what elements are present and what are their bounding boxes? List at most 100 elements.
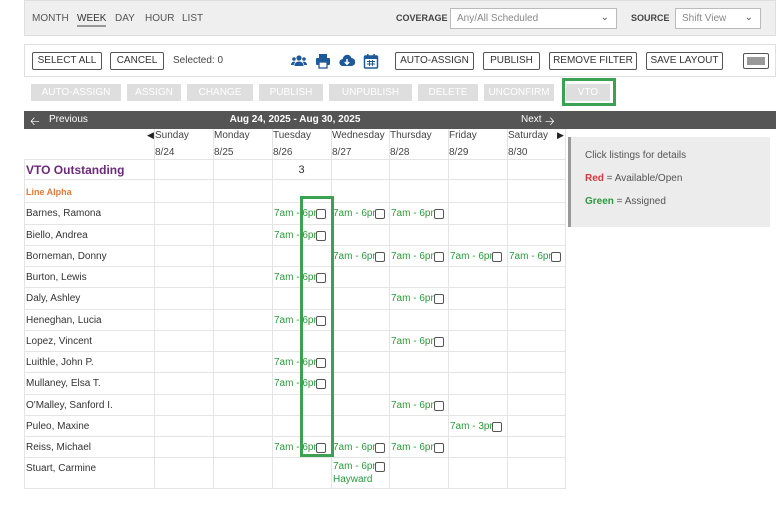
shift-listing[interactable]: 7am - 6pm: [391, 251, 439, 262]
publish-button[interactable]: PUBLISH: [483, 52, 540, 70]
grid-row-line: [24, 266, 566, 267]
action-unpublish-button[interactable]: UNPUBLISH: [329, 84, 412, 101]
action-publish-button[interactable]: PUBLISH: [259, 84, 323, 101]
view-tab-list[interactable]: LIST: [182, 13, 203, 24]
shift-listing[interactable]: 7am - 3pm: [450, 421, 498, 432]
shift-checkbox[interactable]: [375, 462, 385, 472]
day-date-0: 8/24: [155, 147, 175, 158]
shift-checkbox[interactable]: [375, 443, 385, 453]
calendar-icon[interactable]: [363, 53, 379, 69]
employee-name[interactable]: Stuart, Carmine: [26, 463, 96, 474]
auto-assign-button[interactable]: AUTO-ASSIGN: [395, 52, 474, 70]
shift-listing[interactable]: 7am - 6pm: [333, 251, 381, 262]
next-day-arrow-icon[interactable]: ▶: [557, 130, 564, 141]
grid-column-line: [24, 159, 25, 488]
view-tab-week[interactable]: WEEK: [77, 13, 107, 27]
employee-name[interactable]: Mullaney, Elsa T.: [26, 378, 101, 389]
next-week-link[interactable]: Next: [521, 114, 542, 125]
shift-checkbox[interactable]: [434, 337, 444, 347]
shift-listing[interactable]: 7am - 6pm: [391, 208, 439, 219]
day-date-1: 8/25: [214, 147, 234, 158]
prev-day-arrow-icon[interactable]: ◀: [147, 130, 154, 141]
source-value: Shift View: [682, 13, 727, 24]
grid-row-line: [24, 202, 566, 203]
week-range: Aug 24, 2025 - Aug 30, 2025: [229, 114, 361, 125]
select-all-button[interactable]: SELECT ALL: [32, 52, 102, 70]
shift-checkbox[interactable]: [375, 209, 385, 219]
toolbar: SELECT ALL CANCEL Selected: 0 AUTO-ASSIG…: [24, 44, 776, 77]
vto-outstanding-label: VTO Outstanding: [26, 163, 125, 177]
shift-listing[interactable]: 7am - 6pm: [509, 251, 557, 262]
people-icon[interactable]: [291, 53, 307, 69]
shift-checkbox[interactable]: [492, 422, 502, 432]
legend-panel: Click listings for details Red = Availab…: [568, 137, 770, 227]
day-name-4: Thursday: [390, 130, 432, 141]
chevron-down-icon: ⌄: [744, 12, 753, 23]
remove-filter-button[interactable]: REMOVE FILTER: [549, 52, 637, 70]
action-delete-button[interactable]: DELETE: [418, 84, 478, 101]
shift-listing[interactable]: 7am - 6pm: [450, 251, 498, 262]
group-label: Line Alpha: [26, 187, 72, 197]
day-date-4: 8/28: [390, 147, 410, 158]
layout-toggle[interactable]: [743, 53, 769, 69]
employee-name[interactable]: Biello, Andrea: [26, 230, 88, 241]
employee-name[interactable]: Borneman, Donny: [26, 251, 107, 262]
shift-listing[interactable]: 7am - 6pm: [333, 442, 381, 453]
employee-name[interactable]: Burton, Lewis: [26, 272, 87, 283]
employee-name[interactable]: Daly, Ashley: [26, 293, 80, 304]
view-tab-day[interactable]: DAY: [115, 13, 135, 24]
coverage-select[interactable]: Any/All Scheduled ⌄: [450, 8, 617, 29]
shift-listing[interactable]: 7am - 6pm: [391, 442, 439, 453]
shift-checkbox[interactable]: [434, 294, 444, 304]
employee-name[interactable]: Barnes, Ramona: [26, 208, 101, 219]
print-icon[interactable]: [315, 53, 331, 69]
employee-name[interactable]: Heneghan, Lucia: [26, 315, 102, 326]
shift-location: Hayward: [333, 474, 373, 485]
shift-checkbox[interactable]: [551, 252, 561, 262]
employee-name[interactable]: Lopez, Vincent: [26, 336, 92, 347]
day-date-5: 8/29: [449, 147, 469, 158]
employee-name[interactable]: Reiss, Michael: [26, 442, 91, 453]
shift-listing[interactable]: 7am - 6pm: [333, 208, 381, 219]
action-change-button[interactable]: CHANGE: [187, 84, 253, 101]
shift-checkbox[interactable]: [434, 252, 444, 262]
employee-name[interactable]: Puleo, Maxine: [26, 421, 89, 432]
tuesday-column-highlight: [300, 196, 334, 457]
cancel-button[interactable]: CANCEL: [110, 52, 164, 70]
selected-count: Selected: 0: [173, 55, 224, 66]
action-auto-assign-button[interactable]: AUTO-ASSIGN: [31, 84, 121, 101]
shift-listing[interactable]: 7am - 6pm: [391, 336, 439, 347]
shift-checkbox[interactable]: [434, 401, 444, 411]
legend-green: Green = Assigned: [585, 196, 666, 207]
employee-name[interactable]: O'Malley, Sanford I.: [26, 400, 113, 411]
shift-checkbox[interactable]: [434, 209, 444, 219]
shift-checkbox[interactable]: [375, 252, 385, 262]
layout-toggle-bar: [747, 57, 765, 65]
view-tab-hour[interactable]: HOUR: [145, 13, 174, 24]
shift-listing[interactable]: 7am - 6pm: [391, 293, 439, 304]
source-select[interactable]: Shift View ⌄: [675, 8, 761, 29]
grid-row-line: [24, 457, 566, 458]
grid-row-line: [24, 330, 566, 331]
cloud-download-icon[interactable]: [339, 53, 355, 69]
week-nav: 🡠 Previous Aug 24, 2025 - Aug 30, 2025 N…: [24, 111, 566, 129]
save-layout-button[interactable]: SAVE LAYOUT: [646, 52, 723, 70]
day-name-5: Friday: [449, 130, 477, 141]
shift-checkbox[interactable]: [492, 252, 502, 262]
shift-checkbox[interactable]: [434, 443, 444, 453]
employee-name[interactable]: Luithle, John P.: [26, 357, 94, 368]
day-date-3: 8/27: [332, 147, 352, 158]
shift-listing[interactable]: 7am - 6pm: [391, 400, 439, 411]
action-unconfirm-button[interactable]: UNCONFIRM: [484, 84, 554, 101]
legend-header: Click listings for details: [585, 150, 687, 161]
grid-row-line: [24, 436, 566, 437]
action-bar: AUTO-ASSIGN ASSIGN CHANGE PUBLISH UNPUBL…: [24, 79, 776, 107]
shift-listing[interactable]: 7am - 6pm: [333, 461, 381, 472]
grid-row-line: [24, 372, 566, 373]
coverage-label: COVERAGE: [396, 13, 448, 23]
view-tab-month[interactable]: MONTH: [32, 13, 69, 24]
grid-row-line: [24, 394, 566, 395]
nav-bar-fill: [566, 111, 776, 129]
day-name-3: Wednesday: [332, 130, 385, 141]
action-assign-button[interactable]: ASSIGN: [127, 84, 181, 101]
